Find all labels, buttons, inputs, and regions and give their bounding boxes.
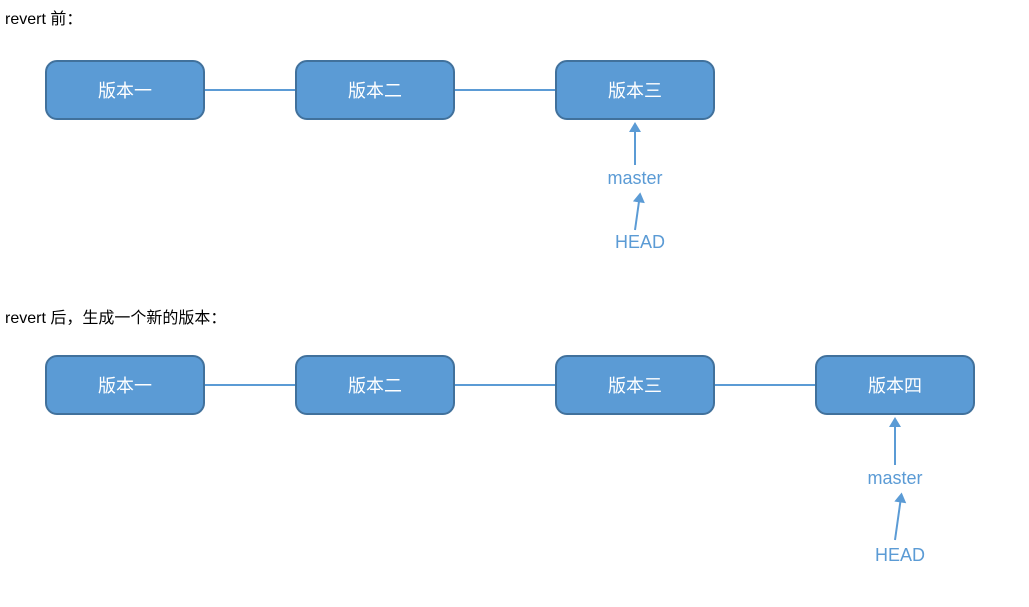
commit-label: 版本二 — [348, 372, 402, 398]
branch-label-master: master — [605, 168, 665, 189]
after-commit-1: 版本一 — [45, 355, 205, 415]
after-title: revert 后，生成一个新的版本： — [5, 304, 226, 328]
connector — [205, 384, 295, 386]
branch-label-master: master — [865, 468, 925, 489]
arrow-master-to-commit — [634, 130, 636, 165]
connector — [455, 89, 555, 91]
commit-label: 版本三 — [608, 77, 662, 103]
before-commit-3: 版本三 — [555, 60, 715, 120]
before-title: revert 前： — [5, 5, 82, 29]
after-commit-3: 版本三 — [555, 355, 715, 415]
connector — [715, 384, 815, 386]
head-label: HEAD — [870, 545, 930, 566]
connector — [455, 384, 555, 386]
arrow-head-to-master — [634, 200, 640, 230]
arrow-head-to-master — [894, 500, 902, 540]
commit-label: 版本一 — [98, 372, 152, 398]
head-label: HEAD — [610, 232, 670, 253]
before-commit-1: 版本一 — [45, 60, 205, 120]
commit-label: 版本一 — [98, 77, 152, 103]
commit-label: 版本四 — [868, 372, 922, 398]
after-commit-2: 版本二 — [295, 355, 455, 415]
arrow-master-to-commit — [894, 425, 896, 465]
commit-label: 版本二 — [348, 77, 402, 103]
commit-label: 版本三 — [608, 372, 662, 398]
after-commit-4: 版本四 — [815, 355, 975, 415]
before-commit-2: 版本二 — [295, 60, 455, 120]
connector — [205, 89, 295, 91]
